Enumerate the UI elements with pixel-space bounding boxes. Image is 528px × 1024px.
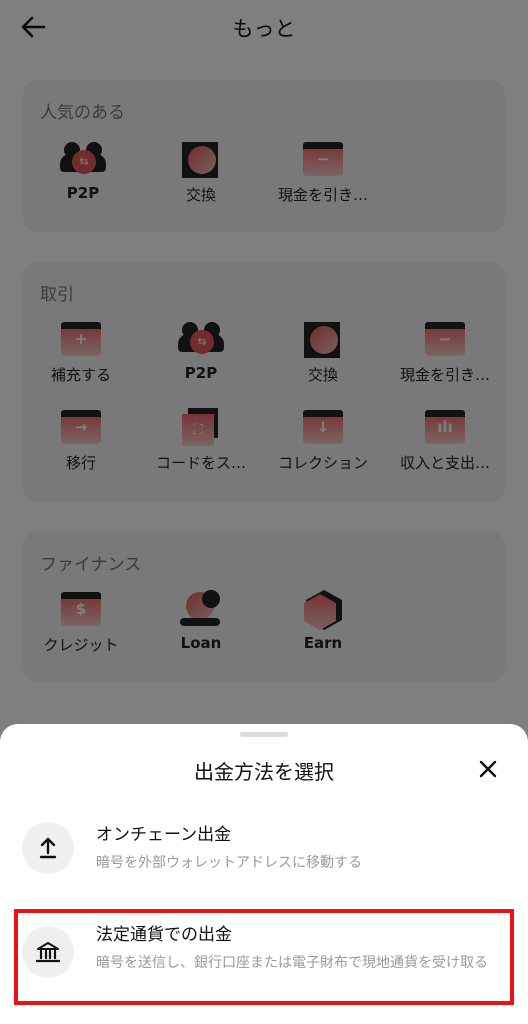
- upload-icon: [39, 837, 57, 859]
- close-button[interactable]: [476, 757, 500, 781]
- withdraw-method-sheet: 出金方法を選択 オンチェーン出金 暗号を外部ウォレットアドレスに移動する 法定通…: [0, 724, 528, 1024]
- option-description: 暗号を外部ウォレットアドレスに移動する: [96, 855, 362, 871]
- option-onchain-withdrawal[interactable]: オンチェーン出金 暗号を外部ウォレットアドレスに移動する: [14, 814, 514, 894]
- sheet-title: 出金方法を選択: [194, 760, 334, 784]
- sheet-grab-handle[interactable]: [240, 732, 288, 737]
- highlight-annotation-box: [14, 909, 514, 1005]
- screen: もっと 人気のある ⇆ P2P 交換 − 現金を引き… 取引 + 補充する ⇆ …: [0, 0, 528, 1024]
- close-icon: [479, 760, 497, 778]
- upload-icon-circle: [22, 822, 74, 874]
- option-title: オンチェーン出金: [96, 825, 232, 845]
